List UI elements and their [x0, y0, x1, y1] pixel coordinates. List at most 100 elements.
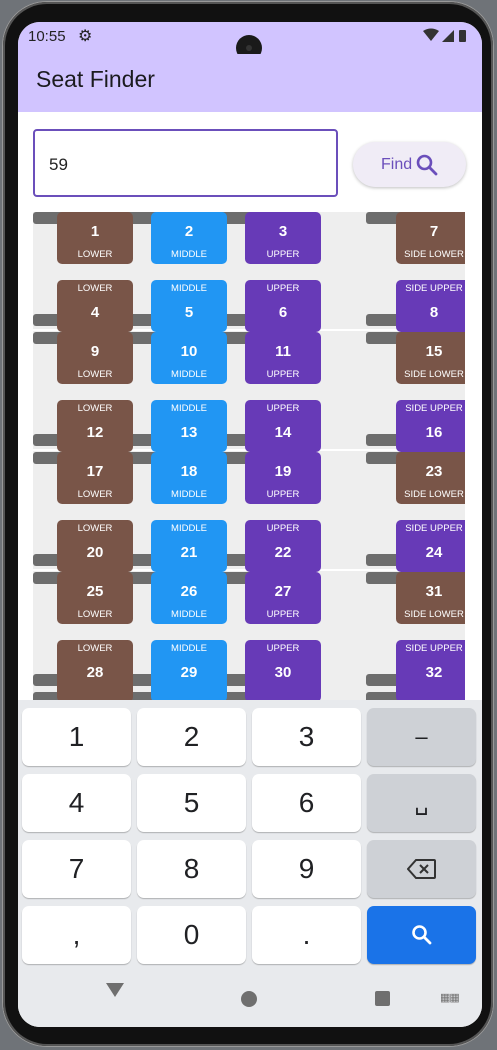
recents-square-icon[interactable]: [375, 991, 390, 1006]
seat-number: 1: [90, 223, 100, 240]
screen: 10:55 ⚙ Seat Finder 59 Find 1 LOWER 2 MI…: [18, 22, 482, 1027]
seat-type: LOWER: [77, 489, 113, 500]
seat-type: SIDE LOWER: [404, 249, 464, 260]
seat-type: UPPER: [266, 369, 300, 380]
search-icon: [411, 925, 431, 945]
seat[interactable]: 1 LOWER: [57, 212, 133, 264]
seat[interactable]: 25 LOWER: [57, 572, 133, 624]
seat-number: 18: [180, 463, 198, 480]
seat[interactable]: SIDE UPPER 8: [396, 280, 465, 332]
seat[interactable]: MIDDLE 13: [151, 400, 227, 452]
back-triangle-icon[interactable]: [106, 983, 124, 997]
key-0[interactable]: 0: [137, 906, 246, 964]
home-circle-icon[interactable]: [241, 991, 257, 1007]
seat[interactable]: LOWER 28: [57, 640, 133, 702]
seat-number: 28: [86, 664, 104, 681]
seat[interactable]: 11 UPPER: [245, 332, 321, 384]
seat-number: 11: [275, 343, 291, 360]
key-dash[interactable]: –: [367, 708, 476, 766]
seat[interactable]: 18 MIDDLE: [151, 452, 227, 504]
seat[interactable]: 10 MIDDLE: [151, 332, 227, 384]
seat-type: UPPER: [266, 283, 300, 294]
seat[interactable]: 26 MIDDLE: [151, 572, 227, 624]
seat[interactable]: UPPER 30: [245, 640, 321, 702]
seat-type: MIDDLE: [171, 609, 207, 620]
keyboard-search-key[interactable]: [367, 906, 476, 964]
seat-number: 3: [278, 223, 288, 240]
backspace-key[interactable]: [367, 840, 476, 898]
seat[interactable]: LOWER 12: [57, 400, 133, 452]
seat[interactable]: UPPER 14: [245, 400, 321, 452]
app-bar: Seat Finder: [18, 54, 482, 112]
seat-type: SIDE LOWER: [404, 609, 464, 620]
seat-type: SIDE LOWER: [404, 489, 464, 500]
seat-number: 15: [425, 343, 443, 360]
key-7[interactable]: 7: [22, 840, 131, 898]
settings-gear-icon: ⚙: [78, 28, 93, 45]
seat[interactable]: SIDE UPPER 32: [396, 640, 465, 702]
seat-type: LOWER: [77, 249, 113, 260]
seat-number: 27: [274, 583, 292, 600]
seat[interactable]: MIDDLE 21: [151, 520, 227, 572]
seat-number: 5: [184, 304, 194, 321]
seat[interactable]: 3 UPPER: [245, 212, 321, 264]
seat-type: MIDDLE: [171, 369, 207, 380]
seat-type: LOWER: [77, 369, 113, 380]
seat-type: UPPER: [266, 643, 300, 654]
seat-number: 8: [429, 304, 439, 321]
seat[interactable]: 9 LOWER: [57, 332, 133, 384]
seat[interactable]: 15 SIDE LOWER: [396, 332, 465, 384]
key-5[interactable]: 5: [137, 774, 246, 832]
seat[interactable]: MIDDLE 5: [151, 280, 227, 332]
seat-number: 22: [274, 544, 292, 561]
seat-type: MIDDLE: [171, 283, 207, 294]
seat[interactable]: 17 LOWER: [57, 452, 133, 504]
seat-type: SIDE UPPER: [405, 403, 463, 414]
seat[interactable]: 31 SIDE LOWER: [396, 572, 465, 624]
seat-type: UPPER: [266, 609, 300, 620]
seat[interactable]: UPPER 22: [245, 520, 321, 572]
seat-type: LOWER: [77, 609, 113, 620]
key-comma[interactable]: ,: [22, 906, 131, 964]
seat-number: 25: [86, 583, 104, 600]
seat-map: 1 LOWER 2 MIDDLE 3 UPPER 7 SIDE LOWER LOWER 4…: [33, 212, 465, 702]
seat-number: 26: [180, 583, 198, 600]
key-8[interactable]: 8: [137, 840, 246, 898]
key-9[interactable]: 9: [252, 840, 361, 898]
seat[interactable]: 7 SIDE LOWER: [396, 212, 465, 264]
seat[interactable]: LOWER 20: [57, 520, 133, 572]
find-button[interactable]: Find: [353, 142, 466, 187]
seat-number: 21: [180, 544, 198, 561]
seat[interactable]: UPPER 6: [245, 280, 321, 332]
key-period[interactable]: .: [252, 906, 361, 964]
seat[interactable]: 27 UPPER: [245, 572, 321, 624]
key-3[interactable]: 3: [252, 708, 361, 766]
seat-type: MIDDLE: [171, 523, 207, 534]
seat[interactable]: SIDE UPPER 24: [396, 520, 465, 572]
seat[interactable]: 2 MIDDLE: [151, 212, 227, 264]
seat-type: LOWER: [77, 643, 113, 654]
key-1[interactable]: 1: [22, 708, 131, 766]
seat-type: UPPER: [266, 489, 300, 500]
seat-type: SIDE UPPER: [405, 283, 463, 294]
seat-type: UPPER: [266, 523, 300, 534]
seat-type: LOWER: [77, 403, 113, 414]
seat-number: 7: [429, 223, 439, 240]
seat-type: UPPER: [266, 403, 300, 414]
key-6[interactable]: 6: [252, 774, 361, 832]
key-2[interactable]: 2: [137, 708, 246, 766]
keyboard-switch-icon[interactable]: ▦▦: [440, 991, 460, 1004]
seat-number: 4: [90, 304, 100, 321]
seat[interactable]: 19 UPPER: [245, 452, 321, 504]
search-icon: [416, 154, 438, 176]
seat-number: 19: [274, 463, 292, 480]
key-space[interactable]: ␣: [367, 774, 476, 832]
seat[interactable]: 23 SIDE LOWER: [396, 452, 465, 504]
seat[interactable]: LOWER 4: [57, 280, 133, 332]
seat[interactable]: MIDDLE 29: [151, 640, 227, 702]
seat-number-input[interactable]: 59: [33, 129, 338, 197]
seat-number: 31: [425, 583, 443, 600]
seat-number: 9: [90, 343, 100, 360]
key-4[interactable]: 4: [22, 774, 131, 832]
seat[interactable]: SIDE UPPER 16: [396, 400, 465, 452]
